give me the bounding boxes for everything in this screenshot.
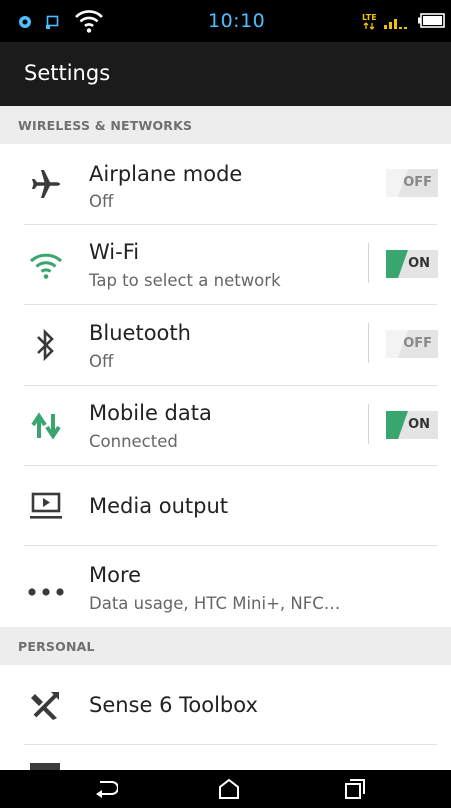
battery-icon [418, 13, 446, 33]
settings-item-wifi[interactable]: Wi-Fi Tap to select a network ON [0, 225, 451, 305]
airplane-mode-title: Airplane mode [89, 162, 243, 186]
action-bar: Settings [0, 42, 451, 106]
wifi-icon [24, 243, 68, 287]
lte-icon: LTE [362, 11, 378, 35]
divider-vertical [368, 243, 369, 283]
toggle-label: ON [408, 256, 430, 271]
airplane-mode-toggle[interactable]: OFF [386, 169, 438, 197]
divider-vertical [368, 404, 369, 444]
sense-toolbox-title: Sense 6 Toolbox [89, 693, 258, 717]
tools-icon [24, 683, 68, 727]
settings-item-more[interactable]: More Data usage, HTC Mini+, NFC… [0, 546, 451, 627]
toggle-stripe [386, 411, 408, 439]
mobile-data-toggle[interactable]: ON [386, 411, 438, 439]
media-output-icon [24, 484, 68, 528]
back-icon[interactable] [90, 777, 120, 801]
divider-vertical [368, 323, 369, 363]
settings-item-bluetooth[interactable]: Bluetooth Off OFF [0, 305, 451, 386]
wifi-subtitle: Tap to select a network [89, 271, 281, 290]
toggle-stripe [386, 250, 408, 278]
more-title: More [89, 563, 142, 587]
settings-item-media-output[interactable]: Media output [0, 466, 451, 546]
wifi-icon [74, 8, 104, 38]
media-output-title: Media output [89, 494, 229, 518]
signal-icon [384, 14, 410, 34]
more-subtitle: Data usage, HTC Mini+, NFC… [89, 594, 341, 613]
bluetooth-icon [24, 323, 68, 367]
page-title: Settings [24, 61, 111, 85]
location-icon [18, 14, 32, 33]
wifi-title: Wi-Fi [89, 240, 140, 264]
data-arrows-icon [24, 404, 68, 448]
airplane-mode-subtitle: Off [89, 192, 114, 211]
camera-icon [30, 763, 60, 770]
status-bar: 10:10 LTE [0, 0, 451, 42]
cast-icon [46, 14, 60, 33]
airplane-icon [24, 162, 68, 206]
home-icon[interactable] [214, 777, 244, 801]
mobile-data-title: Mobile data [89, 401, 212, 425]
wifi-toggle[interactable]: ON [386, 250, 438, 278]
lte-label: LTE [362, 13, 377, 22]
settings-item-mobile-data[interactable]: Mobile data Connected ON [0, 386, 451, 466]
toggle-label: ON [408, 417, 430, 432]
section-header-personal: PERSONAL [0, 627, 451, 665]
navigation-bar [0, 770, 451, 808]
bluetooth-title: Bluetooth [89, 321, 191, 345]
settings-item-airplane-mode[interactable]: Airplane mode Off OFF [0, 144, 451, 225]
divider [24, 744, 437, 745]
bluetooth-subtitle: Off [89, 352, 114, 371]
more-icon [24, 566, 68, 610]
section-header-label: PERSONAL [18, 639, 95, 654]
clock: 10:10 [208, 10, 266, 32]
section-header-label: WIRELESS & NETWORKS [18, 118, 193, 133]
bluetooth-toggle[interactable]: OFF [386, 330, 438, 358]
mobile-data-subtitle: Connected [89, 432, 178, 451]
toggle-label: OFF [403, 175, 432, 190]
settings-item-sense-toolbox[interactable]: Sense 6 Toolbox [0, 665, 451, 745]
recent-apps-icon[interactable] [340, 777, 370, 801]
section-header-wireless: WIRELESS & NETWORKS [0, 106, 451, 144]
toggle-label: OFF [403, 336, 432, 351]
